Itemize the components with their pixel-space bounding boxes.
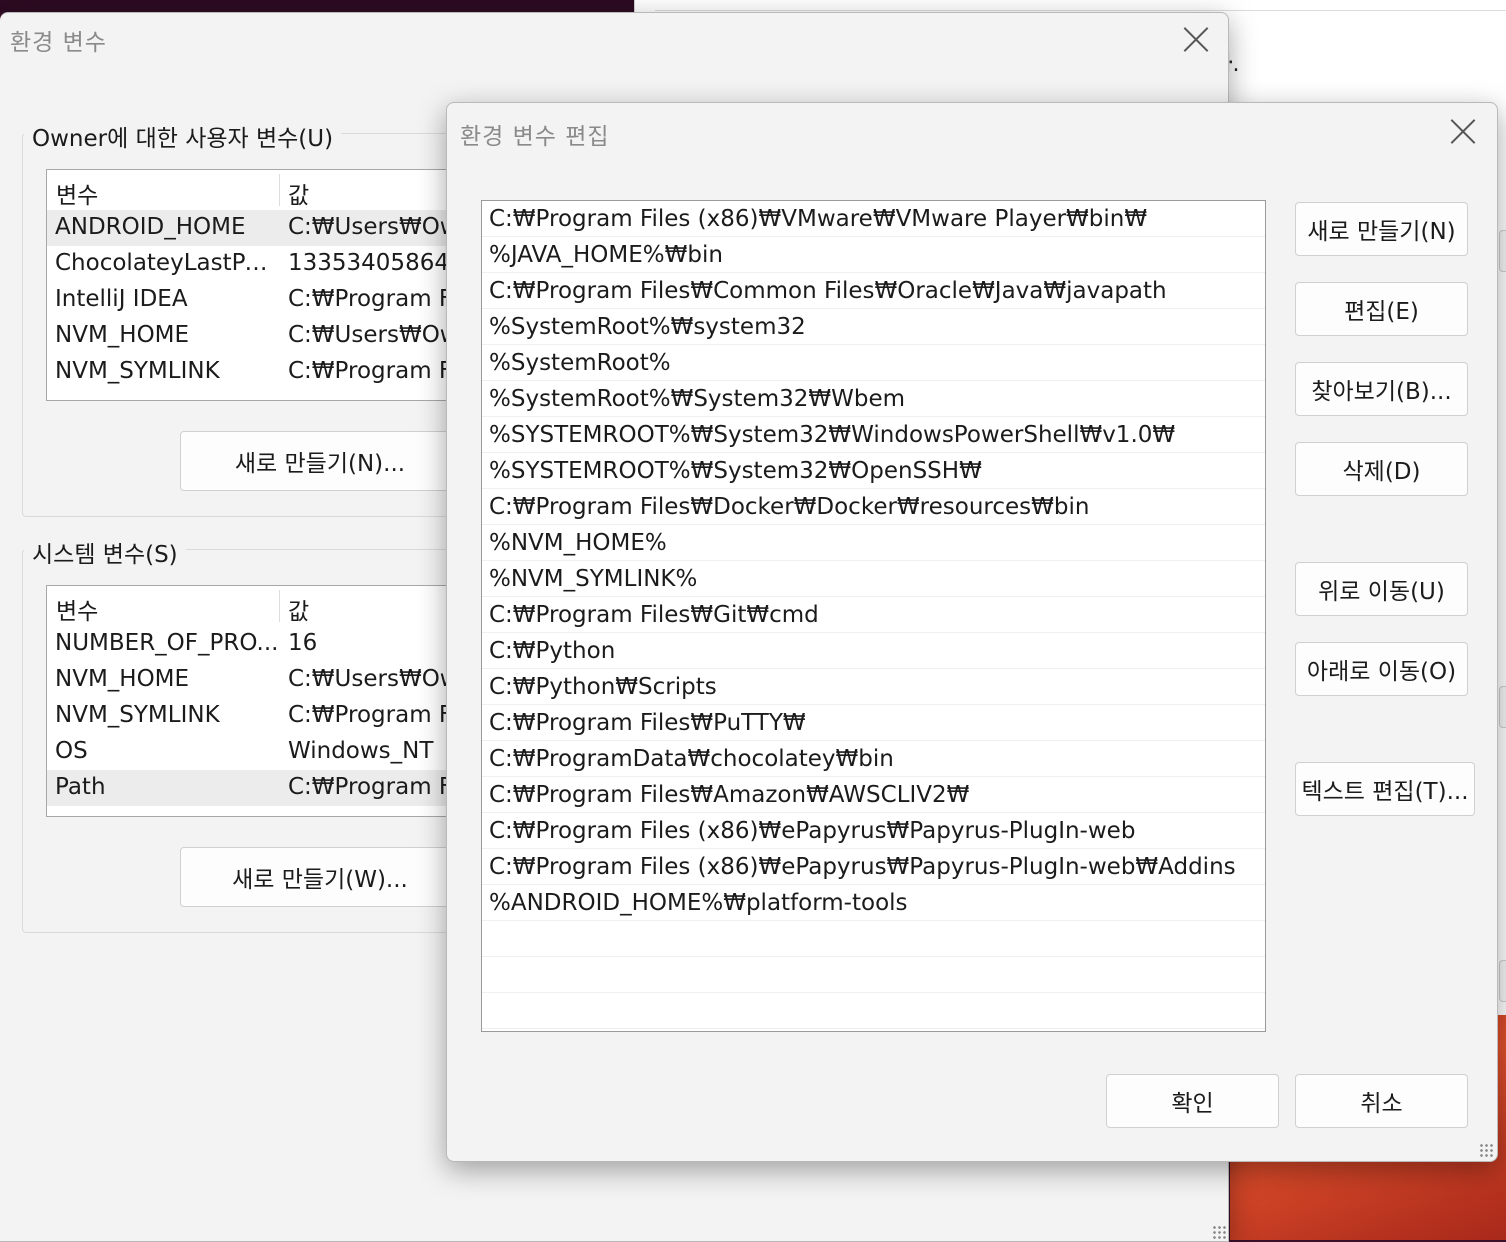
edit-text-button[interactable]: 텍스트 편집(T)... [1295,762,1475,816]
path-item[interactable]: C:₩Program Files₩Docker₩Docker₩resources… [482,489,1265,525]
background-window-edge [1499,230,1506,272]
table-row[interactable]: NVM_SYMLINK C:₩Program Fil [47,698,507,734]
path-item[interactable]: C:₩Program Files (x86)₩ePapyrus₩Papyrus-… [482,813,1265,849]
variable-name: NUMBER_OF_PRO... [55,630,279,656]
column-header-variable[interactable]: 변수 [56,176,98,210]
variable-name: Path [55,774,106,800]
user-variables-list[interactable]: 변수 값 ANDROID_HOME C:₩Users₩Owr Chocolatey… [46,169,508,401]
table-row[interactable]: Path C:₩Program Fil [47,770,507,806]
path-list[interactable]: C:₩Program Files (x86)₩VMware₩VMware Pla… [481,200,1266,1032]
system-variables-list[interactable]: 변수 값 NUMBER_OF_PRO... 16 NVM_HOME C:₩Users… [46,585,508,817]
path-item[interactable]: %SYSTEMROOT%₩System32₩OpenSSH₩ [482,453,1265,489]
variable-name: NVM_HOME [55,322,190,348]
path-item[interactable] [482,921,1265,957]
path-item[interactable]: C:₩ProgramData₩chocolatey₩bin [482,741,1265,777]
path-item[interactable]: C:₩Program Files (x86)₩ePapyrus₩Papyrus-… [482,849,1265,885]
table-row[interactable]: NVM_HOME C:₩Users₩Owr [47,662,507,698]
variable-value: C:₩Program Fil [288,702,464,728]
variable-name: IntelliJ IDEA [55,286,188,312]
close-icon[interactable] [1448,117,1478,147]
variable-value: C:₩Users₩Owr [288,666,469,692]
variable-name: ANDROID_HOME [55,214,246,240]
path-item[interactable]: %SystemRoot% [482,345,1265,381]
table-row[interactable]: NUMBER_OF_PRO... 16 [47,626,507,662]
path-item[interactable] [482,993,1265,1029]
column-divider[interactable] [279,174,280,206]
table-row[interactable]: NVM_SYMLINK C:₩Program Fil [47,354,507,390]
variable-name: NVM_HOME [55,666,190,692]
table-row[interactable]: ANDROID_HOME C:₩Users₩Owr [47,210,507,246]
column-header-variable[interactable]: 변수 [56,592,98,626]
resize-grip-icon[interactable] [1212,1225,1226,1239]
path-item[interactable]: C:₩Program Files₩Amazon₩AWSCLIV2₩ [482,777,1265,813]
path-item[interactable]: %ANDROID_HOME%₩platform-tools [482,885,1265,921]
dialog-title: 환경 변수 편집 [460,124,610,150]
edit-environment-variable-dialog: 환경 변수 편집 C:₩Program Files (x86)₩VMware₩V… [446,102,1498,1162]
browse-button[interactable]: 찾아보기(B)... [1295,362,1468,416]
user-new-button[interactable]: 새로 만들기(N)... [180,431,460,491]
path-item[interactable]: %NVM_SYMLINK% [482,561,1265,597]
variable-value: C:₩Program Fil [288,774,464,800]
path-item[interactable]: %SYSTEMROOT%₩System32₩WindowsPowerShell₩… [482,417,1265,453]
variable-name: NVM_SYMLINK [55,702,220,728]
path-item[interactable]: %SystemRoot%₩system32 [482,309,1265,345]
path-item[interactable]: C:₩Program Files₩Git₩cmd [482,597,1265,633]
path-item[interactable]: C:₩Program Files₩PuTTY₩ [482,705,1265,741]
list-header: 변수 값 [47,170,507,210]
table-row[interactable]: ChocolateyLastPath... 1335340586460 [47,246,507,282]
variable-value: C:₩Users₩Owr [288,322,469,348]
move-down-button[interactable]: 아래로 이동(O) [1295,642,1468,696]
variable-value: C:₩Program Fil [288,286,464,312]
path-item[interactable]: %NVM_HOME% [482,525,1265,561]
variable-name: OS [55,738,88,764]
cancel-button[interactable]: 취소 [1295,1074,1468,1128]
background-window-toolbar [655,0,1506,11]
background-window-edge [1499,960,1506,1002]
table-row[interactable]: OS Windows_NT [47,734,507,770]
variable-name: ChocolateyLastPath... [55,250,281,276]
column-header-value[interactable]: 값 [288,592,309,626]
resize-grip-icon[interactable] [1479,1143,1493,1157]
system-new-button[interactable]: 새로 만들기(W)... [180,847,460,907]
variable-value: C:₩Users₩Owr [288,214,469,240]
column-header-value[interactable]: 값 [288,176,309,210]
variable-value: 16 [288,630,318,656]
edit-button[interactable]: 편집(E) [1295,282,1468,336]
dialog-title: 환경 변수 [10,30,107,56]
path-item[interactable]: C:₩Program Files₩Common Files₩Oracle₩Jav… [482,273,1265,309]
background-window-edge [1499,686,1506,728]
delete-button[interactable]: 삭제(D) [1295,442,1468,496]
table-row[interactable]: IntelliJ IDEA C:₩Program Fil [47,282,507,318]
path-item[interactable]: %JAVA_HOME%₩bin [482,237,1265,273]
table-row[interactable]: NVM_HOME C:₩Users₩Owr [47,318,507,354]
new-button[interactable]: 새로 만들기(N) [1295,202,1468,256]
path-item[interactable]: C:₩Python [482,633,1265,669]
path-item[interactable] [482,957,1265,993]
variable-value: Windows_NT [288,738,434,764]
move-up-button[interactable]: 위로 이동(U) [1295,562,1468,616]
column-divider[interactable] [279,590,280,622]
ok-button[interactable]: 확인 [1106,1074,1279,1128]
path-item[interactable]: %SystemRoot%₩System32₩Wbem [482,381,1265,417]
system-variables-label: 시스템 변수(S) [24,535,186,569]
variable-value: C:₩Program Fil [288,358,464,384]
list-header: 변수 값 [47,586,507,626]
path-item[interactable]: C:₩Program Files (x86)₩VMware₩VMware Pla… [482,201,1265,237]
user-variables-label: Owner에 대한 사용자 변수(U) [24,119,342,153]
path-item[interactable]: C:₩Python₩Scripts [482,669,1265,705]
variable-name: NVM_SYMLINK [55,358,220,384]
close-icon[interactable] [1181,25,1211,55]
